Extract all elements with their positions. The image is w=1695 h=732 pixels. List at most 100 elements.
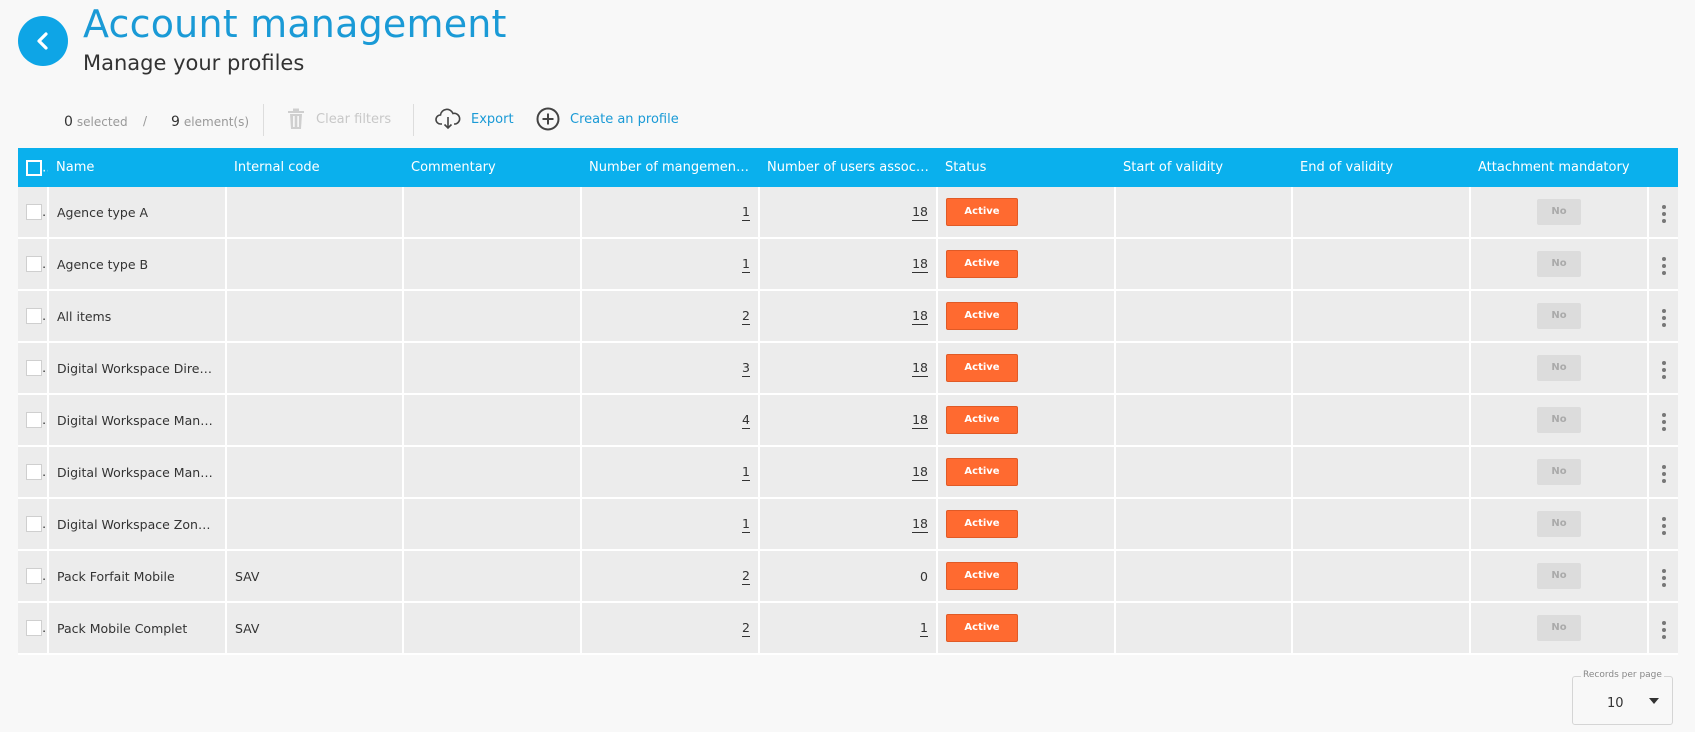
create-profile-button[interactable]: Create an profile — [536, 106, 679, 132]
row-checkbox[interactable] — [26, 516, 42, 533]
export-button[interactable]: Export — [435, 106, 514, 132]
cell-actions — [1648, 498, 1678, 551]
users-count-link[interactable]: 1 — [920, 620, 928, 637]
cell-start-validity — [1115, 550, 1293, 603]
cell-end-validity — [1292, 602, 1471, 655]
column-header-end-validity[interactable]: End of validity — [1292, 148, 1470, 187]
users-count-link[interactable]: 18 — [912, 308, 928, 325]
row-select-cell — [18, 498, 49, 551]
cell-start-validity — [1115, 290, 1293, 343]
more-vertical-icon[interactable] — [1658, 253, 1670, 279]
attachment-badge: No — [1537, 615, 1581, 641]
row-checkbox[interactable] — [26, 308, 42, 325]
row-select-cell — [18, 394, 49, 447]
table-row[interactable]: Digital Workspace Director 3 18 Active No — [18, 342, 1678, 395]
management-count-link[interactable]: 3 — [742, 360, 750, 377]
attachment-badge: No — [1537, 459, 1581, 485]
cell-end-validity — [1292, 394, 1471, 447]
column-header-commentary[interactable]: Commentary — [403, 148, 581, 187]
users-count-link[interactable]: 0 — [920, 569, 928, 584]
cell-users-count: 18 — [759, 238, 938, 291]
status-badge: Active — [946, 614, 1018, 642]
row-checkbox[interactable] — [26, 204, 42, 221]
attachment-badge: No — [1537, 563, 1581, 589]
table-row[interactable]: Digital Workspace Zone A... 1 18 Active No — [18, 498, 1678, 551]
users-count-link[interactable]: 18 — [912, 464, 928, 481]
users-count-link[interactable]: 18 — [912, 360, 928, 377]
cell-commentary — [403, 394, 582, 447]
attachment-badge: No — [1537, 355, 1581, 381]
row-checkbox[interactable] — [26, 464, 42, 481]
table-row[interactable]: Agence type A 1 18 Active No — [18, 187, 1678, 239]
row-checkbox[interactable] — [26, 568, 42, 585]
users-count-link[interactable]: 18 — [912, 256, 928, 273]
more-vertical-icon[interactable] — [1658, 305, 1670, 331]
cell-commentary — [403, 446, 582, 499]
table-row[interactable]: Pack Mobile Complet SAV 2 1 Active No — [18, 602, 1678, 655]
clear-filters-button[interactable]: Clear filters — [286, 106, 391, 132]
cell-internal-code — [226, 187, 404, 239]
selected-counter: 0 selected — [64, 114, 128, 130]
row-checkbox[interactable] — [26, 620, 42, 637]
cell-start-validity — [1115, 187, 1293, 239]
more-vertical-icon[interactable] — [1658, 409, 1670, 435]
table-row[interactable]: Agence type B 1 18 Active No — [18, 238, 1678, 291]
column-header-status[interactable]: Status — [937, 148, 1115, 187]
more-vertical-icon[interactable] — [1658, 617, 1670, 643]
back-button[interactable] — [18, 16, 68, 66]
management-count-link[interactable]: 1 — [742, 516, 750, 533]
more-vertical-icon[interactable] — [1658, 201, 1670, 227]
cell-start-validity — [1115, 498, 1293, 551]
column-header-management-count[interactable]: Number of mangement ... — [581, 148, 759, 187]
element-count: 9 — [171, 114, 180, 130]
select-all-cell — [18, 148, 48, 187]
cell-actions — [1648, 342, 1678, 395]
more-vertical-icon[interactable] — [1658, 513, 1670, 539]
column-header-start-validity[interactable]: Start of validity — [1115, 148, 1292, 187]
cell-users-count: 1 — [759, 602, 938, 655]
column-header-users-count[interactable]: Number of users associa... — [759, 148, 937, 187]
cell-end-validity — [1292, 187, 1471, 239]
management-count-link[interactable]: 2 — [742, 620, 750, 637]
more-vertical-icon[interactable] — [1658, 565, 1670, 591]
plus-circle-icon — [536, 107, 560, 131]
management-count-link[interactable]: 1 — [742, 464, 750, 481]
cell-end-validity — [1292, 290, 1471, 343]
cell-status: Active — [937, 498, 1116, 551]
cloud-download-icon — [435, 108, 461, 130]
table-row[interactable]: All items 2 18 Active No — [18, 290, 1678, 343]
more-vertical-icon[interactable] — [1658, 357, 1670, 383]
users-count-link[interactable]: 18 — [912, 516, 928, 533]
records-per-page-select[interactable]: Records per page 10 — [1572, 670, 1673, 725]
status-badge: Active — [946, 198, 1018, 226]
select-all-checkbox[interactable] — [26, 159, 42, 176]
row-checkbox[interactable] — [26, 256, 42, 273]
cell-end-validity — [1292, 550, 1471, 603]
management-count-link[interactable]: 2 — [742, 308, 750, 325]
table-row[interactable]: Pack Forfait Mobile SAV 2 0 Active No — [18, 550, 1678, 603]
management-count-link[interactable]: 4 — [742, 412, 750, 429]
row-checkbox[interactable] — [26, 412, 42, 429]
cell-internal-code — [226, 342, 404, 395]
column-header-internal-code[interactable]: Internal code — [226, 148, 403, 187]
column-header-attachment-mandatory[interactable]: Attachment mandatory — [1470, 148, 1648, 187]
selected-label: selected — [76, 115, 128, 129]
management-count-link[interactable]: 1 — [742, 256, 750, 273]
column-header-name[interactable]: Name — [48, 148, 226, 187]
cell-internal-code: SAV — [226, 550, 404, 603]
cell-end-validity — [1292, 498, 1471, 551]
management-count-link[interactable]: 1 — [742, 204, 750, 221]
row-checkbox[interactable] — [26, 360, 42, 377]
table-row[interactable]: Digital Workspace Manag... 1 18 Active No — [18, 446, 1678, 499]
cell-actions — [1648, 550, 1678, 603]
cell-name: Pack Forfait Mobile — [48, 550, 227, 603]
management-count-link[interactable]: 2 — [742, 568, 750, 585]
more-vertical-icon[interactable] — [1658, 461, 1670, 487]
toolbar-divider — [263, 104, 264, 136]
cell-attachment-mandatory: No — [1470, 238, 1649, 291]
table-row[interactable]: Digital Workspace Manager 4 18 Active No — [18, 394, 1678, 447]
users-count-link[interactable]: 18 — [912, 412, 928, 429]
users-count-link[interactable]: 18 — [912, 204, 928, 221]
cell-commentary — [403, 187, 582, 239]
cell-status: Active — [937, 187, 1116, 239]
